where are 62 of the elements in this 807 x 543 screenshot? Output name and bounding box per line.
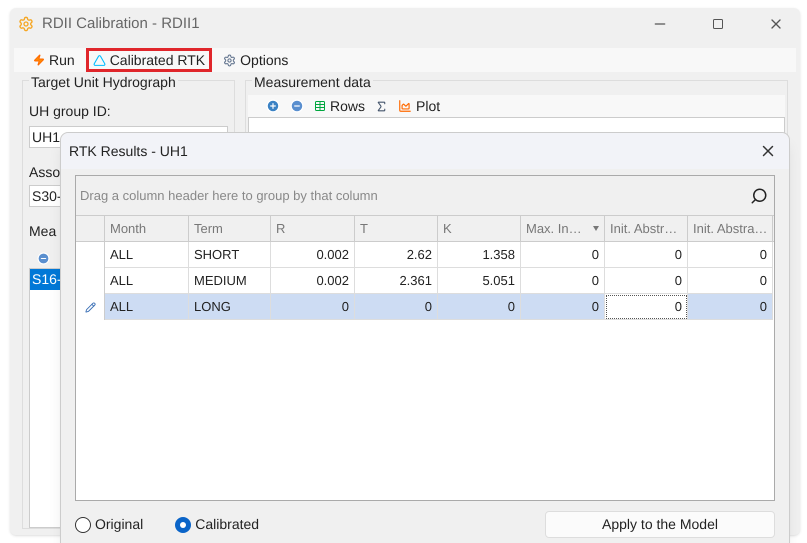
table-cell[interactable]: 1.358	[438, 242, 521, 268]
column-header[interactable]: Init. Abstra…	[688, 216, 773, 241]
table-cell[interactable]: 0	[688, 294, 773, 320]
table-cell[interactable]: SHORT	[189, 242, 271, 268]
column-header[interactable]: R	[271, 216, 355, 241]
toolbar-button[interactable]: Options	[216, 48, 296, 72]
toolbar-button[interactable]: Run	[26, 48, 82, 72]
apply-button[interactable]: Apply to the Model	[545, 511, 775, 538]
table-cell[interactable]: 0.002	[271, 242, 355, 268]
window-title: RDII Calibration - RDII1	[42, 14, 200, 34]
table-cell[interactable]: 0	[521, 294, 605, 320]
table-cell[interactable]: ALL	[105, 294, 189, 320]
radio-option[interactable]: Calibrated	[175, 514, 260, 535]
column-header[interactable]: K	[438, 216, 521, 241]
table-cell[interactable]: 5.051	[438, 268, 521, 294]
table-cell[interactable]: LONG	[189, 294, 271, 320]
table-cell[interactable]: 0	[355, 294, 438, 320]
toolbar-button[interactable]: Calibrated RTK	[86, 48, 212, 72]
measurement-label: Mea	[29, 222, 56, 241]
add-icon[interactable]	[266, 99, 280, 113]
column-header[interactable]: Max. In…	[521, 216, 605, 241]
area-chart-icon	[398, 99, 412, 113]
function-icon[interactable]	[375, 100, 388, 112]
column-header[interactable]: Month	[105, 216, 189, 241]
table-cell[interactable]: 0	[605, 294, 688, 320]
table-cell[interactable]: 2.361	[355, 268, 438, 294]
maximize-icon[interactable]	[712, 18, 724, 30]
table-cell[interactable]: 0	[521, 242, 605, 268]
association-label: Asso	[29, 163, 60, 182]
table-cell[interactable]: 0	[438, 294, 521, 320]
table-cell[interactable]: 0	[271, 294, 355, 320]
plot-button[interactable]: Plot	[398, 96, 440, 116]
table-cell[interactable]: 2.62	[355, 242, 438, 268]
uh-group-label: UH group ID:	[29, 102, 111, 121]
remove-icon[interactable]	[290, 99, 304, 113]
table-cell[interactable]: 0	[605, 242, 688, 268]
remove-icon[interactable]	[37, 252, 50, 264]
table-cell[interactable]: ALL	[105, 268, 189, 294]
pencil-icon	[84, 302, 96, 312]
radio-icon[interactable]	[175, 516, 192, 532]
filter-icon[interactable]	[593, 226, 599, 231]
gear-icon	[223, 54, 236, 66]
table-cell[interactable]: 0	[521, 268, 605, 294]
column-header[interactable]: Init. Abstr…	[605, 216, 688, 241]
dialog-title: RTK Results - UH1	[69, 142, 188, 160]
table-icon	[314, 100, 326, 112]
table-cell[interactable]: 0.002	[271, 268, 355, 294]
triangle-icon	[92, 54, 106, 66]
column-header[interactable]: Term	[189, 216, 271, 241]
table-cell[interactable]: 0	[688, 268, 773, 294]
search-icon[interactable]	[750, 186, 768, 204]
column-header[interactable]: T	[355, 216, 438, 241]
app-gear-icon	[18, 16, 34, 32]
table-cell[interactable]: MEDIUM	[189, 268, 271, 294]
table-cell[interactable]: ALL	[105, 242, 189, 268]
lightning-icon	[33, 54, 45, 66]
table-cell[interactable]: 0	[688, 242, 773, 268]
group-panel-hint: Drag a column header here to group by that column	[80, 186, 378, 205]
rows-button[interactable]: Rows	[314, 96, 366, 116]
radio-icon[interactable]	[75, 516, 91, 532]
radio-option[interactable]: Original	[75, 514, 144, 535]
table-cell[interactable]: 0	[605, 268, 688, 294]
